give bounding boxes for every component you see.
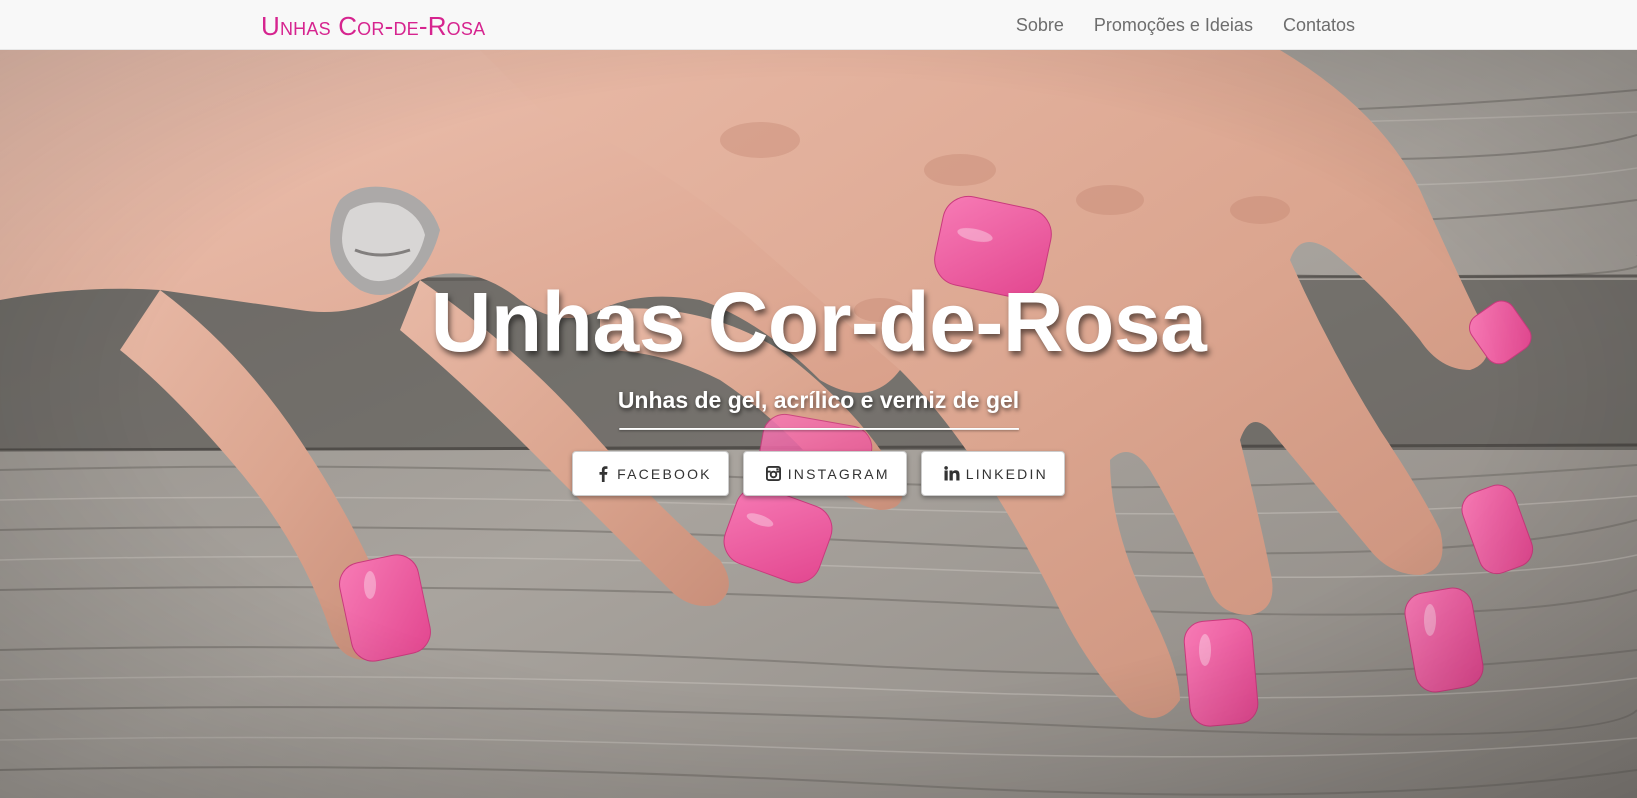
nav-link-sobre[interactable]: Sobre: [1016, 15, 1064, 36]
hero-divider: [618, 428, 1019, 430]
facebook-button[interactable]: FACEBOOK: [572, 451, 729, 496]
facebook-icon: [595, 465, 611, 482]
linkedin-icon: [944, 466, 960, 482]
nav-link-promocoes[interactable]: Promoções e Ideias: [1094, 15, 1253, 36]
linkedin-label: LINKEDIN: [965, 465, 1048, 482]
hero-section: Unhas Cor-de-Rosa Unhas de gel, acrílico…: [0, 50, 1637, 798]
social-buttons: FACEBOOK INSTAGRAM LINKEDIN: [0, 451, 1637, 496]
nav-link-contatos[interactable]: Contatos: [1283, 15, 1355, 36]
instagram-label: INSTAGRAM: [787, 465, 890, 482]
instagram-icon: [766, 466, 782, 482]
nav-links: Sobre Promoções e Ideias Contatos: [1016, 0, 1355, 50]
hero-subtitle: Unhas de gel, acrílico e verniz de gel: [617, 387, 1020, 413]
linkedin-button[interactable]: LINKEDIN: [920, 451, 1065, 496]
brand-logo-link[interactable]: Unhas Cor-de-Rosa: [261, 11, 485, 41]
hero-title: Unhas Cor-de-Rosa: [430, 275, 1207, 369]
top-navbar: Unhas Cor-de-Rosa Sobre Promoções e Idei…: [0, 0, 1637, 50]
facebook-label: FACEBOOK: [617, 465, 712, 482]
instagram-button[interactable]: INSTAGRAM: [742, 451, 907, 496]
hero-content: Unhas Cor-de-Rosa Unhas de gel, acrílico…: [0, 276, 1637, 496]
